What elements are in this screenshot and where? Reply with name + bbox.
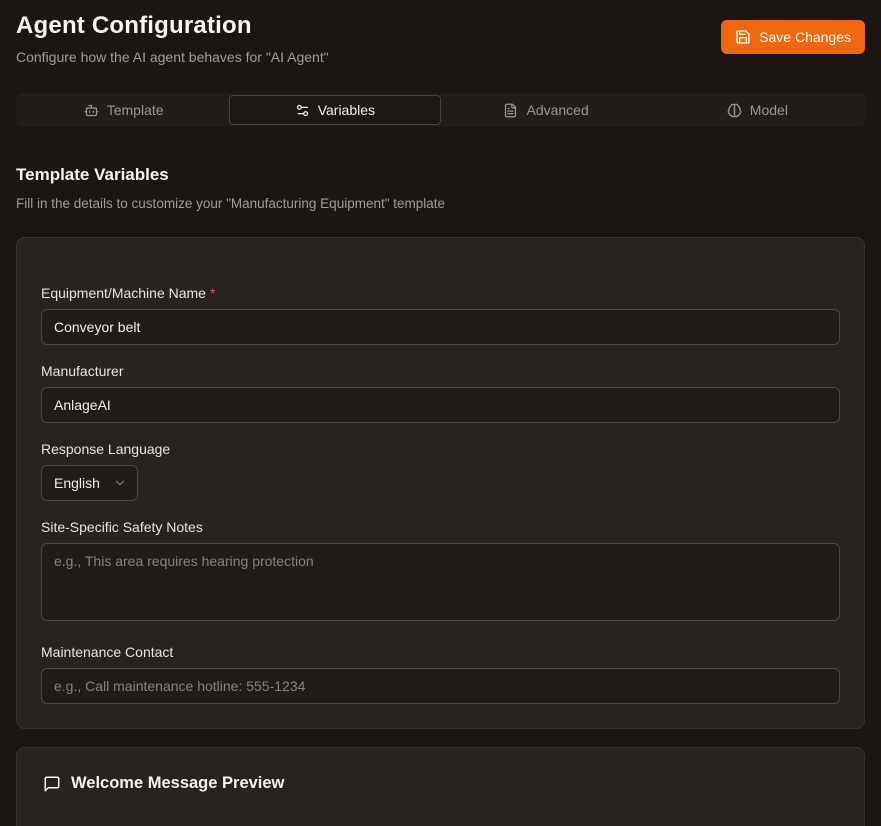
template-variables-section: Template Variables Fill in the details t…	[16, 165, 865, 211]
section-description: Fill in the details to customize your "M…	[16, 196, 865, 211]
tab-variables[interactable]: Variables	[229, 95, 440, 125]
tab-advanced[interactable]: Advanced	[441, 95, 652, 125]
file-text-icon	[503, 103, 518, 118]
tab-template[interactable]: Template	[18, 95, 229, 125]
save-icon	[735, 29, 751, 45]
field-manufacturer: Manufacturer	[41, 363, 840, 423]
safety-notes-textarea[interactable]	[41, 543, 840, 621]
tab-model[interactable]: Model	[652, 95, 863, 125]
field-equipment-name: Equipment/Machine Name*	[41, 285, 840, 345]
field-safety-notes: Site-Specific Safety Notes	[41, 519, 840, 626]
manufacturer-input[interactable]	[41, 387, 840, 423]
tab-label: Template	[107, 102, 164, 118]
field-response-language: Response Language English	[41, 441, 840, 501]
brain-icon	[727, 103, 742, 118]
field-label: Manufacturer	[41, 363, 840, 379]
select-value: English	[54, 475, 100, 491]
preview-header: Welcome Message Preview	[43, 774, 838, 793]
chevron-down-icon	[113, 476, 127, 490]
field-label: Response Language	[41, 441, 840, 457]
required-asterisk: *	[210, 285, 215, 301]
config-tabbar: Template Variables Advanced Model	[16, 93, 865, 127]
response-language-select[interactable]: English	[41, 465, 138, 501]
preview-heading: Welcome Message Preview	[71, 774, 284, 793]
variables-form-card: Equipment/Machine Name* Manufacturer Res…	[16, 237, 865, 729]
tab-label: Advanced	[526, 102, 588, 118]
save-changes-button[interactable]: Save Changes	[721, 20, 865, 54]
field-maintenance-contact: Maintenance Contact	[41, 644, 840, 704]
field-label: Site-Specific Safety Notes	[41, 519, 840, 535]
save-button-label: Save Changes	[759, 29, 851, 45]
message-square-icon	[43, 775, 61, 793]
field-label: Equipment/Machine Name*	[41, 285, 840, 301]
maintenance-contact-input[interactable]	[41, 668, 840, 704]
tab-label: Model	[750, 102, 788, 118]
section-heading: Template Variables	[16, 165, 865, 185]
field-label: Maintenance Contact	[41, 644, 840, 660]
bot-icon	[84, 103, 99, 118]
welcome-message-preview-card: Welcome Message Preview	[16, 747, 865, 826]
page-header: Agent Configuration Configure how the AI…	[0, 0, 881, 65]
equipment-name-input[interactable]	[41, 309, 840, 345]
sliders-icon	[295, 103, 310, 118]
tab-label: Variables	[318, 102, 375, 118]
